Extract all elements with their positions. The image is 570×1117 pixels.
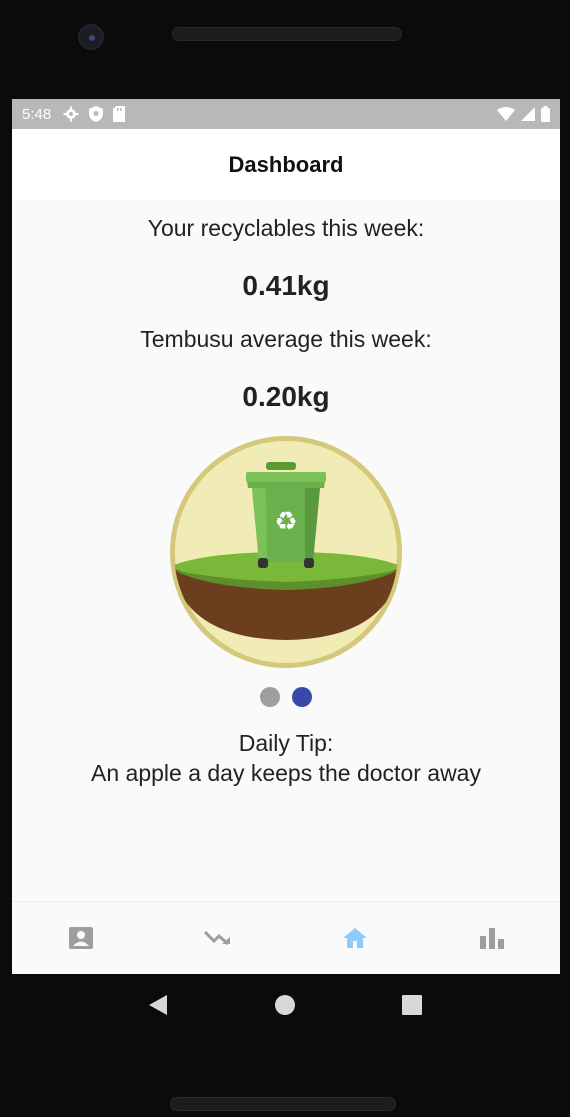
settings-icon — [63, 106, 79, 122]
earpiece-speaker — [172, 27, 402, 41]
nav-home[interactable] — [286, 902, 423, 974]
your-recyclables-label: Your recyclables this week: — [147, 215, 425, 241]
bar-chart-icon — [479, 928, 504, 949]
status-right-icons — [497, 106, 550, 122]
battery-icon — [541, 106, 550, 122]
front-camera — [78, 24, 104, 50]
recycling-bin-illustration: ♻ — [170, 436, 402, 668]
nav-trends[interactable] — [149, 902, 286, 974]
status-left-icons — [63, 106, 126, 122]
status-bar: 5:48 — [12, 99, 560, 129]
average-label: Tembusu average this week: — [140, 326, 432, 352]
wifi-icon — [497, 107, 515, 121]
back-button[interactable] — [138, 985, 178, 1025]
bottom-speaker — [170, 1097, 396, 1111]
shield-icon — [89, 106, 104, 122]
phone-frame: 5:48 Dashboard Your recyclables this wee… — [0, 0, 570, 1117]
your-recyclables-value: 0.41kg — [242, 270, 330, 301]
status-time: 5:48 — [22, 105, 52, 123]
svg-text:♻: ♻ — [274, 507, 297, 537]
trending-down-icon — [203, 930, 230, 946]
recents-icon — [401, 995, 422, 1015]
back-icon — [149, 995, 168, 1015]
daily-tip-title: Daily Tip: — [238, 730, 334, 756]
app-screen: 5:48 Dashboard Your recyclables this wee… — [12, 99, 560, 974]
recents-button[interactable] — [392, 985, 432, 1025]
home-icon — [342, 928, 367, 948]
carousel-indicator — [12, 687, 560, 707]
profile-card-icon — [68, 927, 93, 949]
sd-card-icon — [113, 106, 126, 122]
app-bar: Dashboard — [12, 129, 560, 200]
nav-profile[interactable] — [12, 902, 149, 974]
bottom-navigation — [12, 901, 560, 974]
home-circle-icon — [274, 995, 295, 1015]
home-button[interactable] — [265, 985, 305, 1025]
signal-icon — [521, 107, 535, 121]
nav-statistics[interactable] — [423, 902, 560, 974]
system-navigation-bar — [0, 974, 570, 1036]
carousel-dot-2[interactable] — [292, 687, 312, 707]
carousel-dot-1[interactable] — [260, 687, 280, 707]
average-value: 0.20kg — [242, 381, 330, 412]
page-title: Dashboard — [228, 151, 344, 177]
daily-tip-text: An apple a day keeps the doctor away — [91, 760, 481, 786]
